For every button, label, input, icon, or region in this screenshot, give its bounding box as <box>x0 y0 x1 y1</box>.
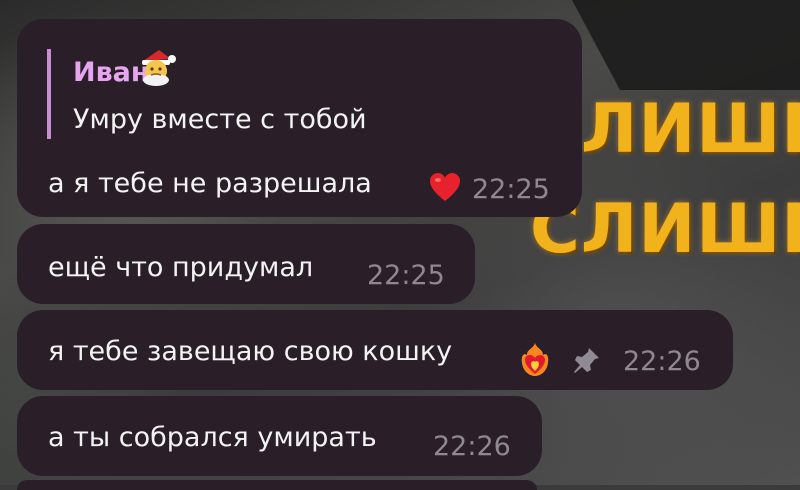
red-heart-reaction-icon[interactable] <box>429 172 461 202</box>
pin-icon <box>574 348 599 373</box>
message-text: а я тебе не разрешала <box>48 168 372 199</box>
reply-message-text: Умру вместе с тобой <box>73 104 367 135</box>
message-bubble[interactable]: я тебе завещаю свою кошку 22:26 <box>17 310 733 390</box>
next-message-bubble-edge <box>17 480 537 490</box>
message-time: 22:25 <box>472 174 550 205</box>
message-text: я тебе завещаю свою кошку <box>48 336 453 367</box>
message-time: 22:26 <box>433 431 511 462</box>
message-text: ещё что придумал <box>48 252 314 283</box>
message-time: 22:25 <box>367 260 445 291</box>
message-bubble[interactable]: Иван Умру вместе с тобой а я тебе не раз… <box>17 19 582 217</box>
message-text: а ты собрался умирать <box>48 422 377 453</box>
santa-face-emoji-icon <box>142 50 176 86</box>
message-bubble[interactable]: ещё что придумал 22:25 <box>17 224 475 304</box>
message-bubble[interactable]: а ты собрался умирать 22:26 <box>17 396 542 476</box>
heart-on-fire-reaction-icon[interactable] <box>517 341 553 377</box>
reply-quote[interactable]: Иван Умру вместе с тобой <box>47 49 367 139</box>
message-time: 22:26 <box>623 346 701 377</box>
